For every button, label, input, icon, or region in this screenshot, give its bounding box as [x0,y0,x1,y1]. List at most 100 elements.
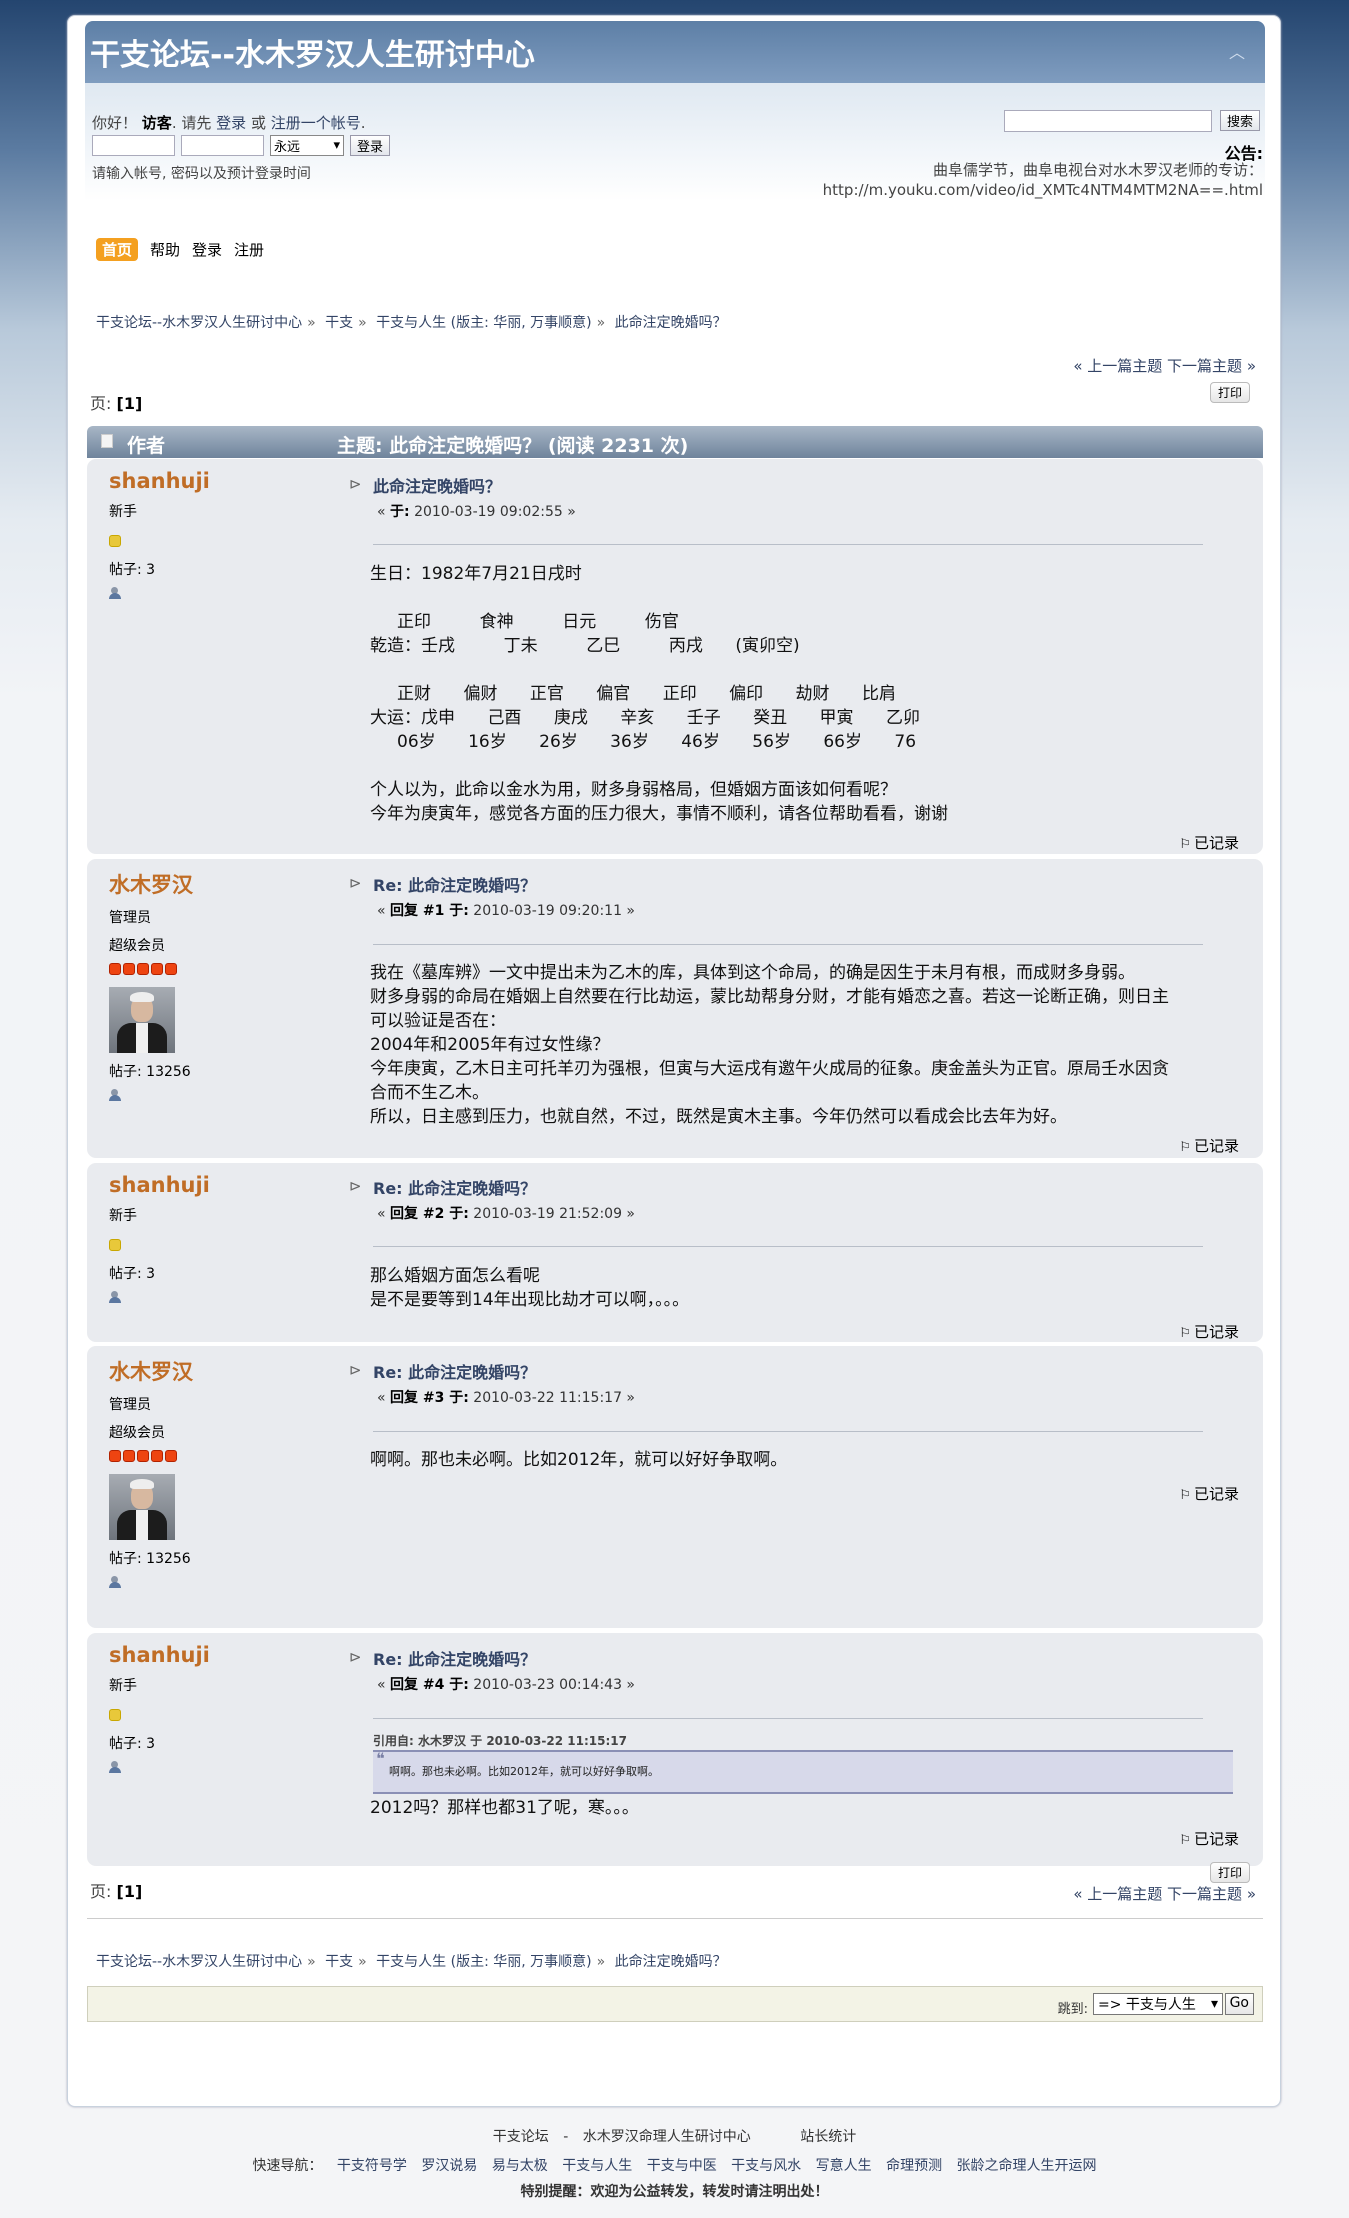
poster-name[interactable]: 水木罗汉 [109,1356,279,1386]
profile-icon[interactable] [109,1576,123,1588]
profile-icon[interactable] [109,1761,123,1773]
quick-nav-link[interactable]: 张龄之命理人生开运网 [957,2158,1097,2174]
post-divider [373,544,1203,545]
breadcrumb-sep: » [596,315,606,331]
post-body: 生日：1982年7月21日戌时 正印 食神 日元 伤官 乾造：壬戌 丁未 乙巳 … [370,564,948,824]
prev-topic-link[interactable]: « 上一篇主题 [1073,1885,1162,1903]
topic-table-header: 作者 主题: 此命注定晚婚吗？ (阅读 2231 次) [87,426,1263,458]
next-topic-link[interactable]: 下一篇主题 » [1167,357,1256,375]
quote-icon: ❝ [376,1749,385,1768]
quick-nav-link[interactable]: 易与太极 [492,2158,548,2174]
poster-name[interactable]: shanhuji [109,1173,279,1197]
next-topic-link[interactable]: 下一篇主题 » [1167,1885,1256,1903]
report-link[interactable]: ⚐ 已记录 [1179,1321,1239,1342]
rank-star-icon [151,963,163,975]
poster-info: 水木罗汉 管理员 超级会员 帖子: 13256 [109,1356,279,1592]
post-xx-icon: ⊳ [349,874,362,892]
post-meta: « 回复 #3 于: 2010-03-22 11:15:17 » [377,1387,1247,1407]
post-xx-icon: ⊳ [349,475,362,493]
print-button-bottom[interactable]: 打印 [1209,1862,1250,1883]
post-title[interactable]: Re: 此命注定晚婚吗？ [373,1650,536,1669]
post-3: shanhuji 新手 帖子: 3 ⊳ Re: 此命注定晚婚吗？ « 回复 #2… [87,1163,1263,1342]
collapse-header-icon[interactable]: ︿ [1229,39,1245,63]
poster-post-count: 帖子: 13256 [109,1551,191,1567]
login-duration-select[interactable]: 永远 ▾ [270,135,344,156]
report-icon: ⚐ [1179,1326,1191,1341]
report-link[interactable]: ⚐ 已记录 [1179,1483,1239,1504]
breadcrumb-forum[interactable]: 干支论坛--水木罗汉人生研讨中心 [96,315,302,331]
print-button[interactable]: 打印 [1209,382,1250,403]
register-link[interactable]: 注册一个帐号 [271,114,361,132]
password-input[interactable] [181,135,264,156]
post-xx-icon: ⊳ [349,1361,362,1379]
profile-icon[interactable] [109,1291,123,1303]
quick-nav-link[interactable]: 命理预测 [886,2158,942,2174]
poster-title-rank: 超级会员 [109,1425,165,1441]
rank-star-icon [137,963,149,975]
footer-stats-link[interactable]: 站长统计 [800,2129,856,2145]
poster-group: 新手 [109,1678,137,1694]
username-input[interactable] [92,135,175,156]
avatar[interactable] [109,987,175,1053]
menu-help[interactable]: 帮助 [150,239,180,260]
footer-line-1: 干支论坛 - 水木罗汉命理人生研讨中心 站长统计 [0,2126,1349,2146]
login-link[interactable]: 登录 [216,114,246,132]
quick-nav-link[interactable]: 干支与人生 [562,2158,632,2174]
quick-nav-link[interactable]: 罗汉说易 [421,2158,477,2174]
prev-topic-link[interactable]: « 上一篇主题 [1073,357,1162,375]
report-label: 已记录 [1193,1137,1239,1155]
breadcrumb-category[interactable]: 干支 [325,315,353,331]
quick-nav-link[interactable]: 干支符号学 [337,2158,407,2174]
profile-icon[interactable] [109,1089,123,1101]
quick-nav-link[interactable]: 写意人生 [816,2158,872,2174]
rank-star-icon [137,1450,149,1462]
search-button[interactable]: 搜索 [1220,110,1261,131]
poster-name[interactable]: shanhuji [109,469,279,493]
post-body: 那么婚姻方面怎么看呢 是不是要等到14年出现比劫才可以啊，。。。 [370,1266,690,1310]
poster-name[interactable]: shanhuji [109,1643,279,1667]
page-current[interactable]: [1] [117,394,143,413]
news-line-1: 曲阜儒学节，曲阜电视台对水木罗汉老师的专访： [932,161,1263,179]
post-title[interactable]: 此命注定晚婚吗？ [373,477,501,496]
footer-site-link[interactable]: 水木罗汉命理人生研讨中心 [583,2129,751,2145]
login-button[interactable]: 登录 [350,135,391,156]
breadcrumb-board[interactable]: 干支与人生 [376,1954,446,1970]
post-meta: « 回复 #2 于: 2010-03-19 21:52:09 » [377,1203,1247,1223]
breadcrumb-topic[interactable]: 此命注定晚婚吗？ [615,1954,727,1970]
post-title[interactable]: Re: 此命注定晚婚吗？ [373,876,536,895]
footer-forum-link[interactable]: 干支论坛 [493,2129,549,2145]
post-title[interactable]: Re: 此命注定晚婚吗？ [373,1179,536,1198]
post-divider [373,1246,1203,1247]
report-link[interactable]: ⚐ 已记录 [1179,1828,1239,1849]
page-current[interactable]: [1] [117,1882,143,1901]
breadcrumb-forum[interactable]: 干支论坛--水木罗汉人生研讨中心 [96,1954,302,1970]
quote-header[interactable]: 引用自: 水木罗汉 于 2010-03-22 11:15:17 [373,1732,627,1749]
pagination-bottom: 页: [1] [90,1878,142,1902]
breadcrumb-board[interactable]: 干支与人生 [376,315,446,331]
jump-label: 跳到: [1057,2002,1088,2017]
breadcrumb-category[interactable]: 干支 [325,1954,353,1970]
poster-name[interactable]: 水木罗汉 [109,869,279,899]
rank-star-icon [109,1239,121,1251]
breadcrumb-moderators: (版主: 华丽, 万事顺意) [450,315,592,331]
jump-select[interactable]: => 干支与人生 ▾ [1093,1993,1223,2015]
jump-go-button[interactable]: Go [1224,1993,1254,2015]
menu-home[interactable]: 首页 [96,238,139,261]
forum-title[interactable]: 干支论坛--水木罗汉人生研讨中心 [90,30,535,74]
menu-register[interactable]: 注册 [234,239,264,260]
report-link[interactable]: ⚐ 已记录 [1179,1135,1239,1156]
report-link[interactable]: ⚐ 已记录 [1179,832,1239,853]
quick-nav-link[interactable]: 干支与中医 [647,2158,717,2174]
post-1: shanhuji 新手 帖子: 3 ⊳ 此命注定晚婚吗？ « 于: 2010-0… [87,459,1263,854]
quick-nav-link[interactable]: 干支与风水 [731,2158,801,2174]
post-title[interactable]: Re: 此命注定晚婚吗？ [373,1363,536,1382]
menu-login[interactable]: 登录 [192,239,222,260]
login-duration-value: 永远 [274,140,301,155]
profile-icon[interactable] [109,587,123,599]
breadcrumb-sep: » [307,1954,316,1970]
breadcrumb-sep: » [358,1954,367,1970]
footer-notice: 特别提醒：欢迎为公益转发，转发时请注明出处！ [520,2184,829,2200]
search-input[interactable] [1004,110,1212,132]
avatar[interactable] [109,1474,175,1540]
breadcrumb-topic[interactable]: 此命注定晚婚吗？ [615,315,727,331]
